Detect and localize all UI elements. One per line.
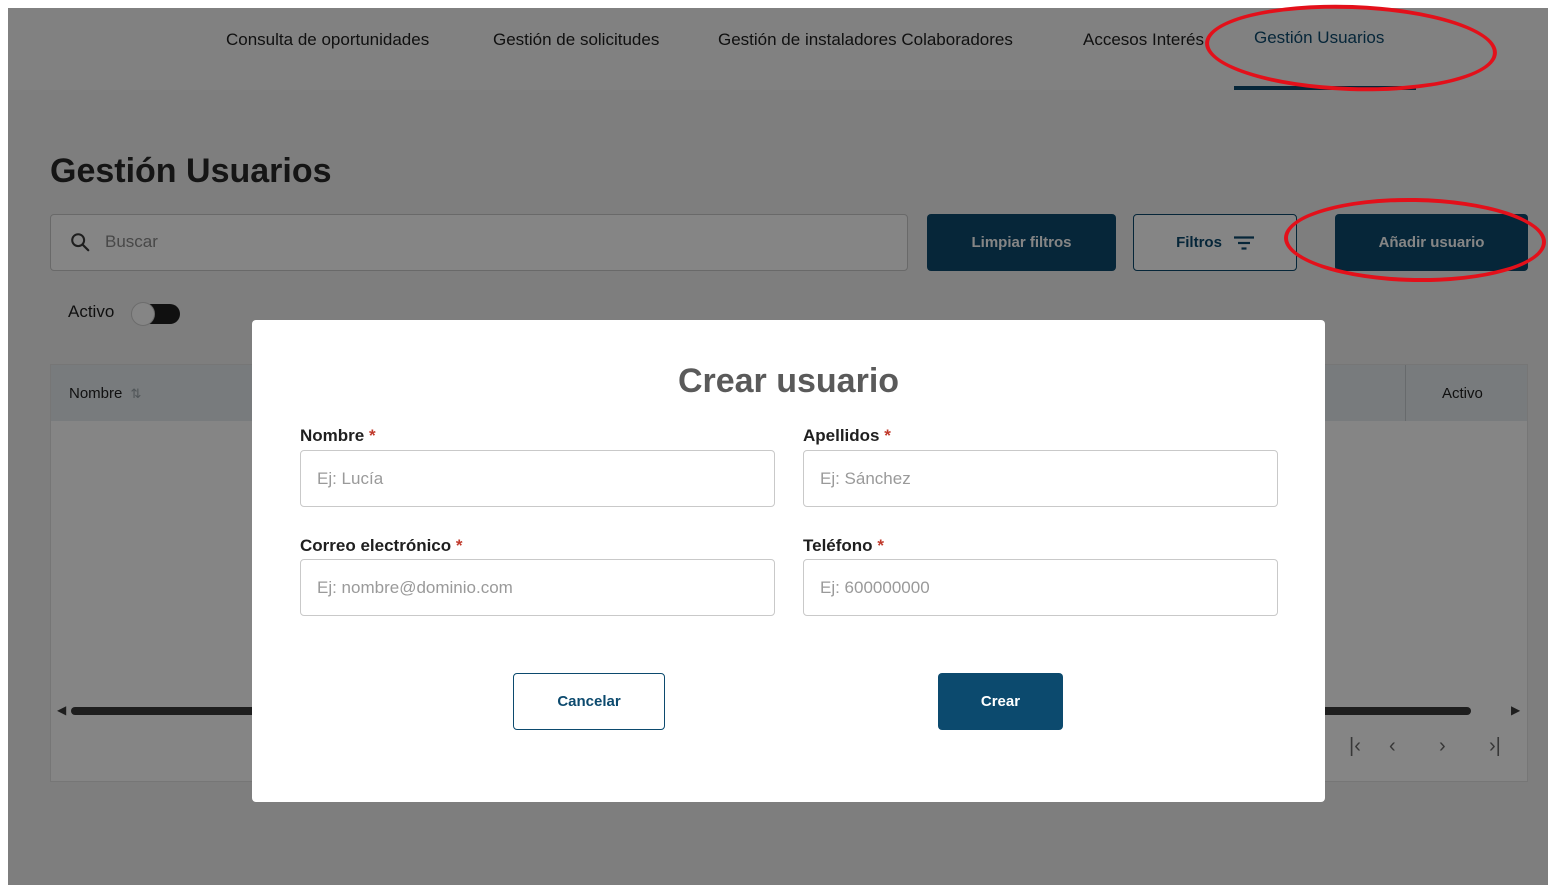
create-button[interactable]: Crear [938, 673, 1063, 730]
required-mark: * [455, 536, 463, 555]
required-mark: * [877, 536, 884, 555]
correo-label: Correo electrónico * [300, 536, 463, 555]
dialog-title: Crear usuario [677, 362, 900, 400]
email-field[interactable] [300, 559, 775, 616]
phone-field[interactable] [803, 559, 1278, 616]
required-mark: * [884, 426, 891, 445]
apellidos-field[interactable] [803, 450, 1278, 507]
cancel-button[interactable]: Cancelar [513, 673, 665, 730]
create-user-dialog: Crear usuario Nombre * Apellidos * Corre… [252, 320, 1325, 802]
nombre-field[interactable] [300, 450, 775, 507]
apellidos-label: Apellidos * [803, 426, 891, 445]
nombre-label: Nombre * [300, 426, 376, 445]
required-mark: * [368, 426, 376, 445]
telefono-label: Teléfono * [803, 536, 884, 555]
